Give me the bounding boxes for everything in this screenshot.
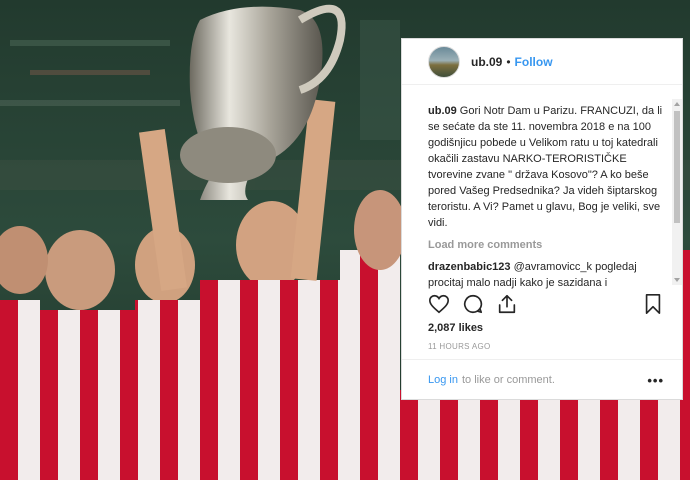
share-icon[interactable] [496, 293, 518, 315]
bookmark-icon[interactable] [642, 293, 664, 315]
comments-scrollbar[interactable] [672, 99, 682, 285]
post-footer: Log in to like or comment. ••• [402, 359, 682, 400]
header-separator: • [506, 54, 511, 69]
post-username[interactable]: ub.09 [471, 55, 502, 69]
scrollbar-thumb[interactable] [674, 111, 680, 223]
comments-panel[interactable]: ub.09 Gori Notr Dam u Parizu. FRANCUZI, … [402, 86, 672, 326]
login-prompt-text: to like or comment. [461, 374, 555, 386]
likes-count[interactable]: 2,087 likes [428, 322, 483, 334]
load-more-comments-button[interactable]: Load more comments [428, 237, 672, 253]
scroll-up-arrow-icon[interactable] [674, 102, 680, 106]
comment-item: drazenbabic123 @avramovicc_k pogledaj pr… [428, 259, 672, 291]
follow-button[interactable]: Follow [515, 55, 553, 69]
instagram-post-card: ub.09 • Follow ub.09 Gori Notr Dam u Par… [401, 38, 683, 400]
scroll-down-arrow-icon[interactable] [674, 278, 680, 282]
post-timestamp[interactable]: 11 HOURS AGO [428, 342, 491, 351]
post-header: ub.09 • Follow [402, 39, 682, 85]
profile-avatar[interactable] [428, 45, 460, 78]
comment-icon[interactable] [462, 293, 484, 315]
comment-username[interactable]: drazenbabic123 [428, 261, 511, 273]
caption-text: Gori Notr Dam u Parizu. FRANCUZI, da li … [428, 105, 663, 229]
action-bar [428, 291, 664, 317]
ellipsis-icon[interactable]: ••• [647, 373, 664, 388]
login-link[interactable]: Log in [428, 374, 458, 386]
caption-username[interactable]: ub.09 [428, 105, 457, 117]
caption: ub.09 Gori Notr Dam u Parizu. FRANCUZI, … [428, 103, 672, 231]
heart-icon[interactable] [428, 293, 450, 315]
